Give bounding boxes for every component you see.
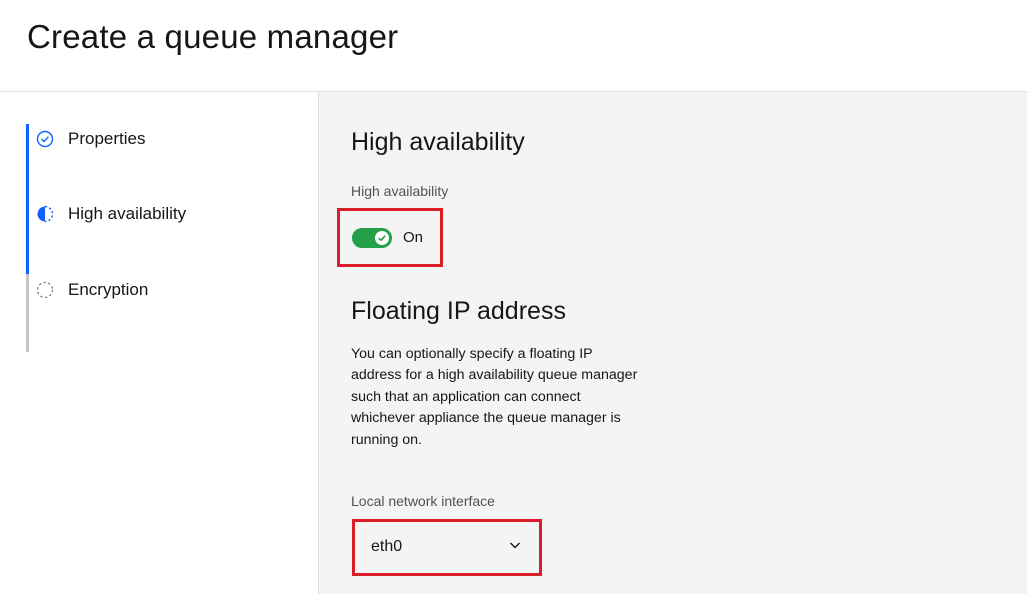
progress-sidebar: Properties High availability Encryption — [0, 92, 318, 594]
chevron-down-icon — [508, 538, 522, 557]
select-highlight: eth0 — [352, 519, 542, 576]
page-header: Create a queue manager — [0, 0, 1027, 92]
progress-track — [26, 124, 29, 352]
toggle-state-text: On — [403, 229, 424, 246]
checkmark-icon — [378, 234, 386, 241]
high-availability-heading: High availability — [351, 128, 525, 156]
local-network-interface-select[interactable]: eth0 — [358, 526, 536, 568]
toggle-knob — [375, 230, 389, 245]
high-availability-toggle[interactable] — [352, 227, 392, 248]
step-properties[interactable]: Properties — [36, 127, 145, 151]
step-label: Properties — [68, 129, 146, 148]
local-network-interface-label: Local network interface — [351, 493, 495, 509]
floating-ip-heading: Floating IP address — [351, 297, 566, 325]
toggle-highlight: On — [337, 208, 443, 267]
half-circle-icon — [36, 205, 54, 223]
page-title: Create a queue manager — [27, 18, 399, 55]
step-label: Encryption — [68, 280, 149, 299]
progress-track-fill — [26, 124, 29, 274]
select-value: eth0 — [371, 538, 403, 555]
dashed-circle-icon — [36, 281, 54, 299]
main-content: High availability High availability On F… — [318, 92, 1027, 594]
high-availability-field-label: High availability — [351, 183, 449, 199]
step-high-availability[interactable]: High availability — [36, 202, 186, 226]
checkmark-circle-icon — [36, 130, 54, 148]
step-encryption[interactable]: Encryption — [36, 278, 148, 302]
floating-ip-description: You can optionally specify a floating IP… — [351, 346, 638, 448]
step-label: High availability — [68, 204, 187, 223]
